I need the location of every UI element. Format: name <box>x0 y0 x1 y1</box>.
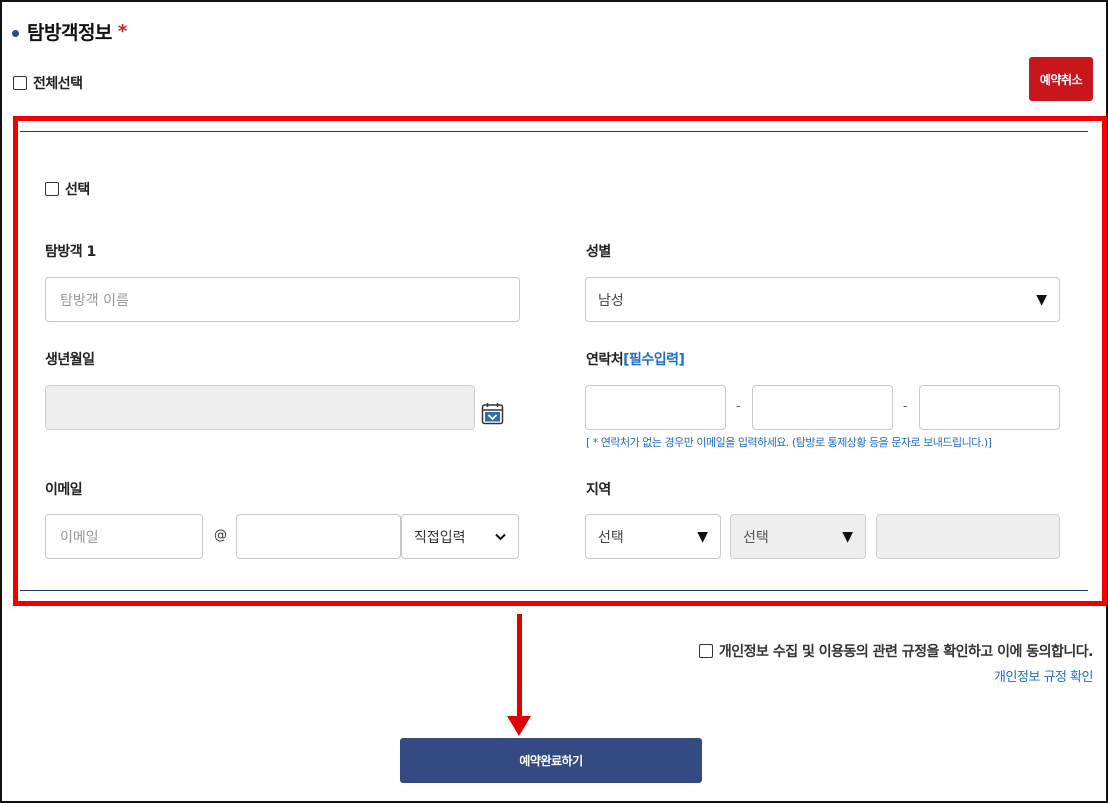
privacy-policy-link[interactable]: 개인정보 규정 확인 <box>994 666 1093 685</box>
consent-checkbox[interactable] <box>698 644 713 658</box>
region-select-1-value: 선택 <box>598 529 624 546</box>
email-at-sign: @ <box>214 528 227 543</box>
gender-label: 성별 <box>586 244 611 260</box>
visitor-name-input[interactable]: 탐방객 이름 <box>45 277 520 322</box>
select-all-label: 전체선택 <box>33 76 83 92</box>
region-select-2[interactable]: 선택 ▼ <box>730 514 866 559</box>
email-domain-input[interactable] <box>236 514 401 559</box>
phone-part-3-input[interactable] <box>919 385 1060 430</box>
annotation-arrow-shaft <box>517 614 522 720</box>
complete-reservation-button[interactable]: 예약완료하기 <box>400 738 702 783</box>
visitor-name-label: 탐방객 1 <box>45 244 96 260</box>
visitor-select-checkbox[interactable] <box>45 182 59 196</box>
consent-row[interactable]: 개인정보 수집 및 이용동의 관련 규정을 확인하고 이에 동의합니다. <box>698 641 1094 661</box>
phone-part-1-input[interactable] <box>585 385 726 430</box>
contact-required-note: [필수입력] <box>623 352 685 368</box>
phone-part-2-input[interactable] <box>752 385 893 430</box>
chevron-down-icon <box>495 533 506 541</box>
visitor-name-placeholder: 탐방객 이름 <box>60 292 129 309</box>
section-title: 탐방객정보 <box>27 21 112 44</box>
form-bottom-divider <box>20 590 1088 591</box>
region-label: 지역 <box>586 482 611 498</box>
annotation-arrow-head-icon <box>507 716 531 736</box>
section-header: 탐방객정보 * <box>12 18 127 44</box>
email-label: 이메일 <box>45 482 83 498</box>
phone-separator-2: - <box>903 399 908 414</box>
consent-label: 개인정보 수집 및 이용동의 관련 규정을 확인하고 이에 동의합니다. <box>718 644 1094 660</box>
birth-date-label: 생년월일 <box>45 352 95 368</box>
region-detail-input[interactable] <box>876 514 1060 559</box>
visitor-select-label: 선택 <box>65 182 90 198</box>
select-all-row[interactable]: 전체선택 <box>13 73 83 93</box>
birth-date-input[interactable] <box>45 385 475 430</box>
phone-separator-1: - <box>736 399 741 414</box>
contact-hint: [ * 연락처가 없는 경우만 이메일을 입력하세요. (탐방로 통제상황 등을… <box>586 436 992 449</box>
contact-label-text: 연락처 <box>586 352 624 368</box>
dropdown-arrow-icon: ▼ <box>697 528 708 545</box>
form-top-divider <box>20 131 1088 132</box>
bullet-dot-icon <box>12 29 19 37</box>
email-domain-select-value: 직접입력 <box>414 529 466 546</box>
calendar-icon[interactable] <box>481 402 504 425</box>
required-mark: * <box>117 20 128 42</box>
gender-select[interactable]: 남성 ▼ <box>585 277 1060 322</box>
visitor-select-row[interactable]: 선택 <box>45 179 90 199</box>
cancel-reservation-button[interactable]: 예약취소 <box>1029 57 1093 101</box>
email-placeholder: 이메일 <box>60 529 99 546</box>
gender-value: 남성 <box>598 292 624 309</box>
email-id-input[interactable]: 이메일 <box>45 514 203 559</box>
dropdown-arrow-icon: ▼ <box>842 528 853 545</box>
region-select-2-value: 선택 <box>743 529 769 546</box>
dropdown-arrow-icon: ▼ <box>1036 291 1047 308</box>
contact-label: 연락처[필수입력] <box>586 349 685 369</box>
email-domain-select[interactable]: 직접입력 <box>401 514 519 559</box>
select-all-checkbox[interactable] <box>13 76 27 90</box>
region-select-1[interactable]: 선택 ▼ <box>585 514 721 559</box>
